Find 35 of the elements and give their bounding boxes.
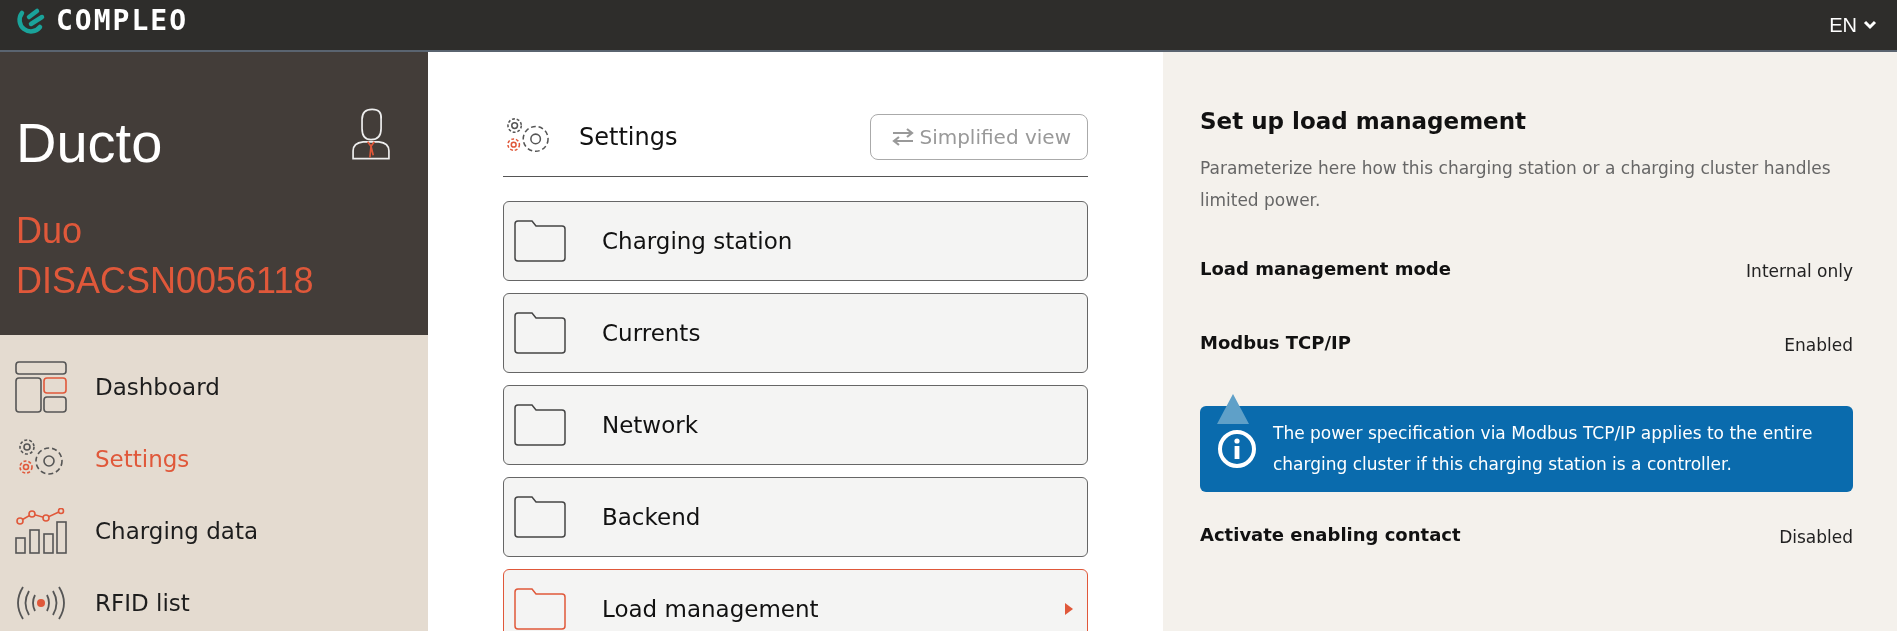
chevron-down-icon bbox=[1863, 20, 1877, 30]
setting-value: Internal only bbox=[1746, 261, 1853, 281]
folder-icon bbox=[514, 496, 566, 538]
nav-item[interactable]: Charging data bbox=[15, 505, 265, 557]
nav-item[interactable]: Dashboard bbox=[15, 361, 226, 413]
panel-title: Set up load management bbox=[1200, 108, 1528, 134]
info-text: The power specification via Modbus TCP/IP applies to the entire charging cluster if this charging station is a controller. bbox=[1273, 422, 1814, 476]
panel-description: Parameterize here how this charging station or a charging cluster handles limited power. bbox=[1200, 157, 1832, 212]
bar-chart-icon bbox=[15, 508, 67, 554]
category-card[interactable]: Load management bbox=[503, 569, 1088, 631]
caret-right-icon bbox=[1065, 603, 1073, 615]
station-name: Ducto bbox=[16, 109, 163, 175]
info-icon bbox=[1217, 429, 1257, 469]
station-serial: DISACSN0056118 bbox=[16, 259, 314, 303]
folder-icon bbox=[514, 588, 566, 630]
category-card[interactable]: Currents bbox=[503, 293, 1088, 373]
setting-label: Activate enabling contact bbox=[1200, 524, 1461, 545]
language-selector[interactable]: EN bbox=[1829, 13, 1877, 37]
station-model: Duo bbox=[16, 209, 83, 253]
setting-value: Disabled bbox=[1779, 527, 1853, 547]
setting-value: Enabled bbox=[1784, 335, 1853, 355]
category-card[interactable]: Charging station bbox=[503, 201, 1088, 281]
setting-label: Modbus TCP/IP bbox=[1200, 332, 1351, 353]
swap-arrows-icon bbox=[891, 127, 916, 147]
folder-icon bbox=[514, 220, 566, 262]
nav-item[interactable]: RFID list bbox=[15, 577, 196, 629]
setting-label: Load management mode bbox=[1200, 258, 1451, 279]
signal-waves-icon bbox=[15, 585, 67, 621]
section-title: Settings bbox=[579, 123, 679, 151]
folder-icon bbox=[514, 404, 566, 446]
folder-icon bbox=[514, 312, 566, 354]
dashboard-icon bbox=[15, 361, 67, 413]
category-card[interactable]: Network bbox=[503, 385, 1088, 465]
logo-text: COMPLEO bbox=[56, 3, 188, 37]
category-card[interactable]: Backend bbox=[503, 477, 1088, 557]
